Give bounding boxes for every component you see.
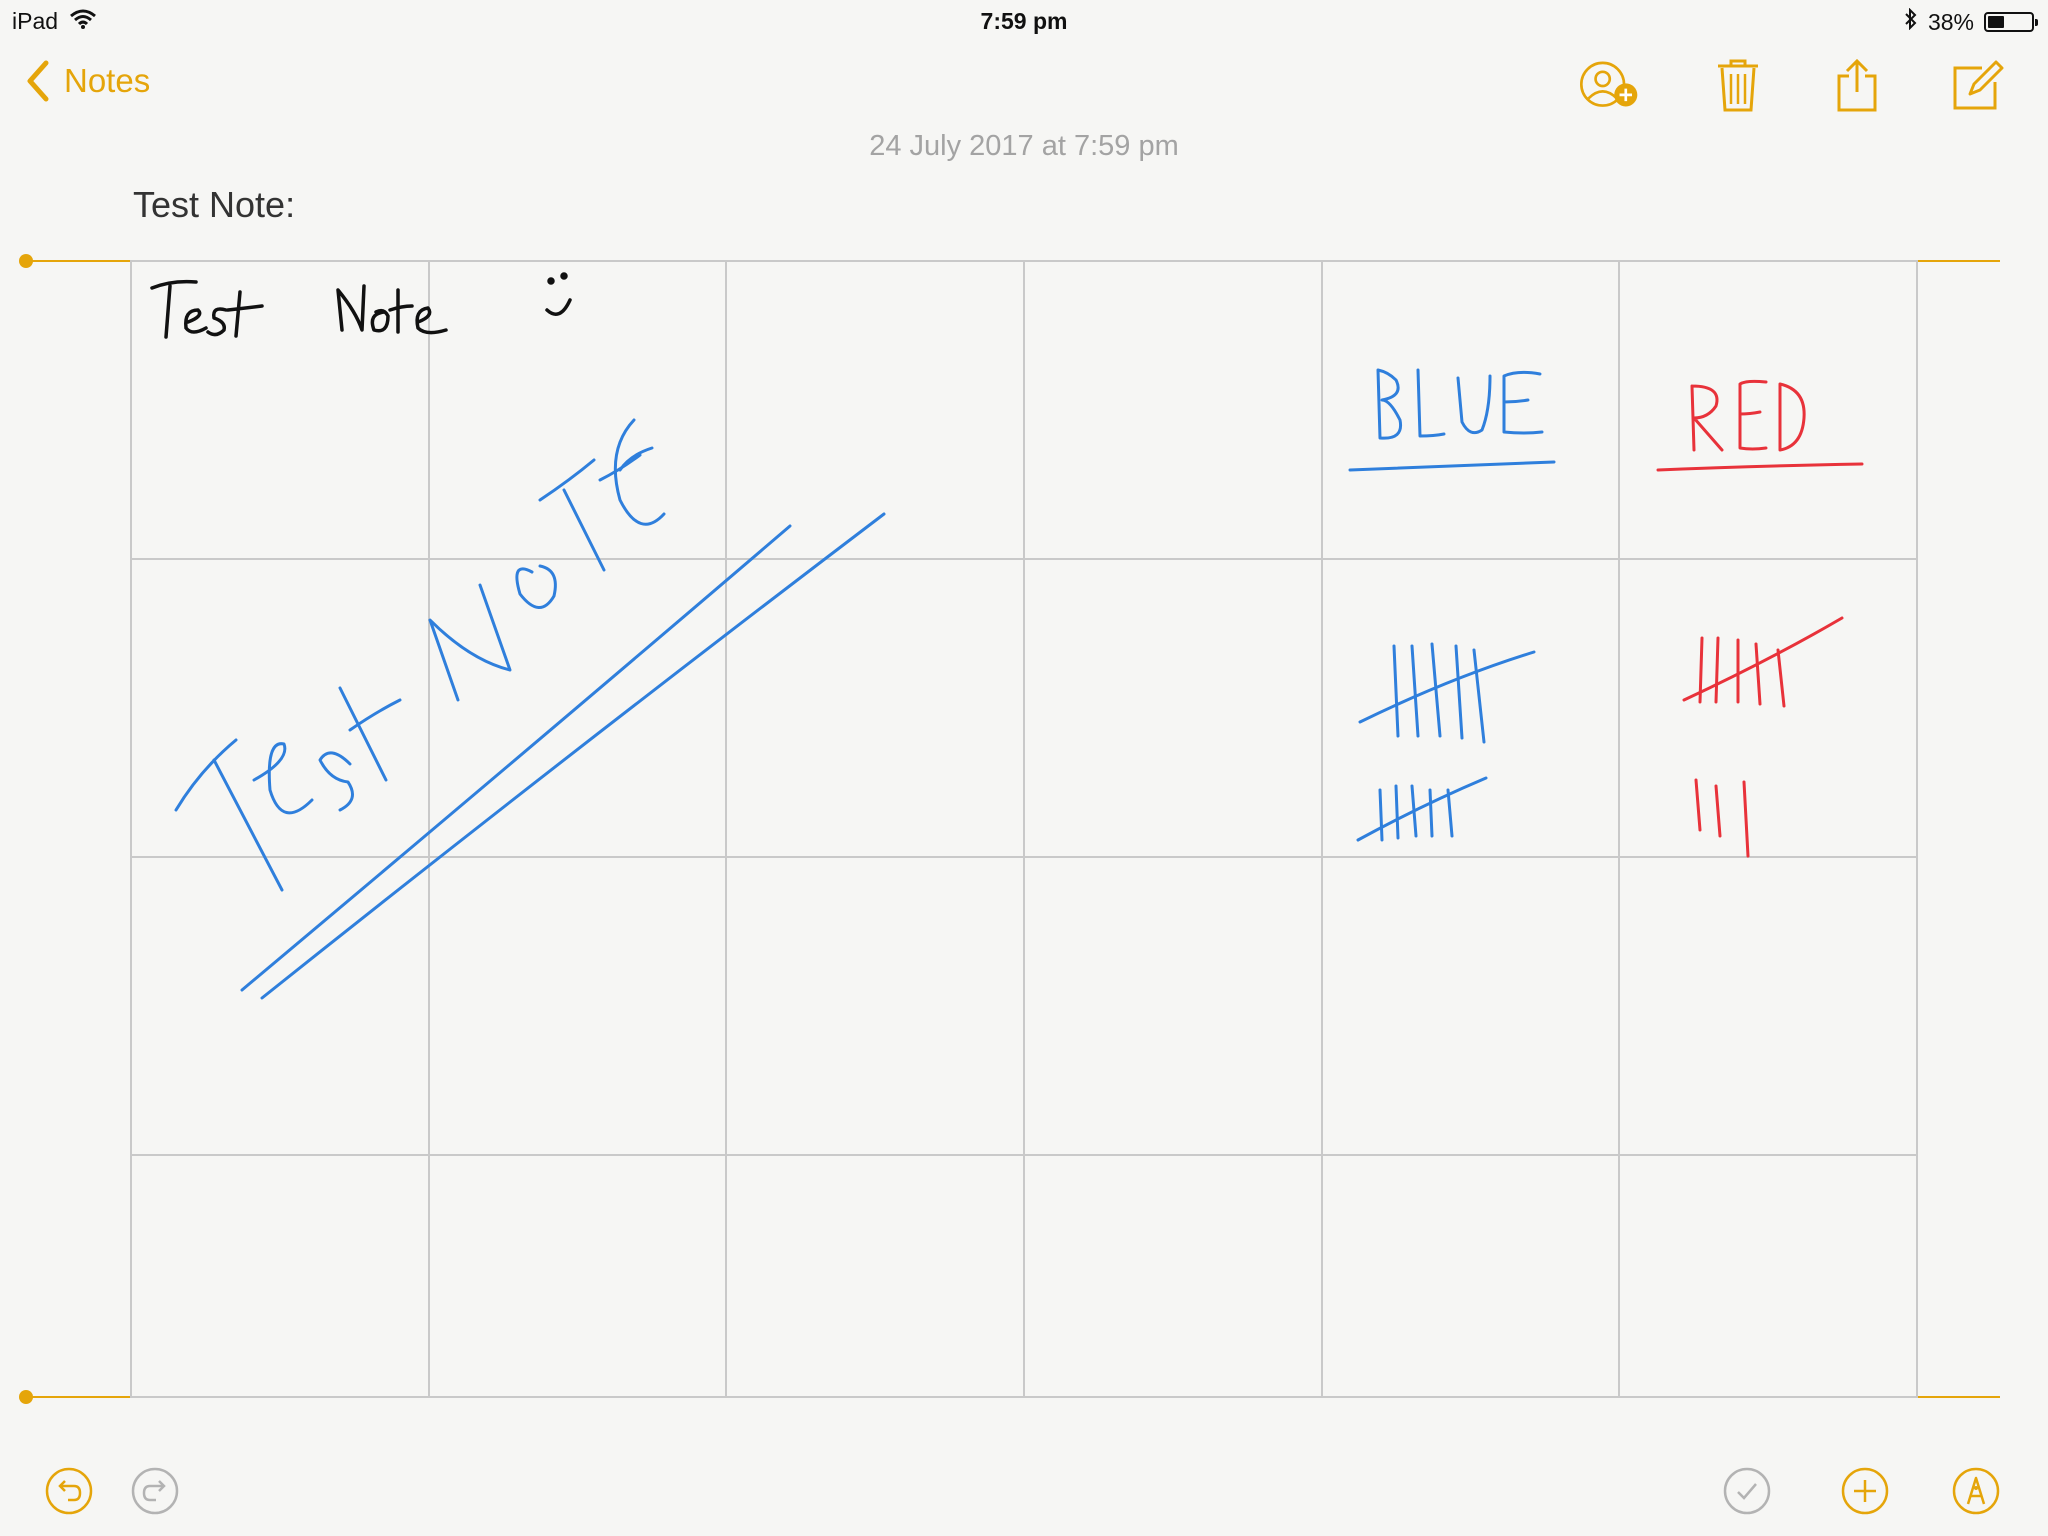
add-person-icon	[1580, 61, 1638, 107]
undo-icon	[45, 1467, 93, 1515]
markup-button[interactable]	[1951, 1466, 2001, 1516]
checklist-icon	[1723, 1467, 1771, 1515]
add-person-button[interactable]	[1576, 54, 1640, 118]
drawing-top-handle[interactable]	[19, 254, 33, 268]
trash-icon	[1718, 59, 1758, 112]
add-button[interactable]	[1840, 1466, 1890, 1516]
battery-fill	[1988, 16, 2004, 28]
drawing-bottom-handle[interactable]	[19, 1390, 33, 1404]
status-right: 38%	[1904, 7, 2038, 36]
compose-icon	[1953, 60, 2004, 110]
add-icon	[1841, 1467, 1889, 1515]
bluetooth-icon	[1904, 7, 1918, 36]
redo-button[interactable]	[130, 1466, 180, 1516]
handwriting-test-note-blue	[174, 418, 886, 1000]
battery-tip	[2035, 19, 2038, 26]
back-button[interactable]: Notes	[26, 60, 150, 102]
markup-pen-icon	[1952, 1467, 2000, 1515]
compose-button[interactable]	[1946, 54, 2010, 118]
trash-button[interactable]	[1706, 54, 1770, 118]
sketch-canvas[interactable]	[0, 240, 2048, 1410]
note-date: 24 July 2017 at 7:59 pm	[869, 130, 1179, 162]
note-title[interactable]: Test Note:	[133, 184, 295, 226]
sketch-grid	[130, 260, 1918, 1398]
undo-button[interactable]	[44, 1466, 94, 1516]
checklist-button[interactable]	[1722, 1466, 1772, 1516]
battery-icon	[1984, 12, 2038, 32]
red-column-ink	[1656, 379, 1864, 858]
handwriting-test-note-black	[150, 272, 572, 339]
status-bar: iPad 7:59 pm 38%	[0, 0, 2048, 40]
battery-percent: 38%	[1927, 8, 1974, 35]
chevron-left-icon	[27, 60, 49, 102]
notes-app: iPad 7:59 pm 38% Notes 24 July 2017 at 7…	[0, 0, 2048, 1536]
sketch-svg[interactable]	[0, 240, 2048, 1410]
back-button-label: Notes	[64, 62, 151, 99]
share-button[interactable]	[1825, 54, 1889, 118]
blue-column-ink	[1348, 368, 1556, 842]
status-time: 7:59 pm	[980, 8, 1068, 34]
redo-icon	[131, 1467, 179, 1515]
share-icon	[1837, 58, 1877, 112]
